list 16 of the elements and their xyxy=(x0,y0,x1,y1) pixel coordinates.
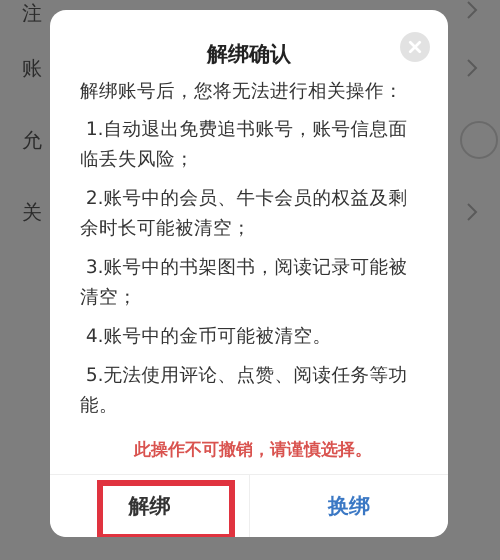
setting-label: 关 xyxy=(22,198,42,226)
dialog-title: 解绑确认 xyxy=(207,40,291,68)
consequence-item: 4.账号中的金币可能被清空。 xyxy=(84,325,333,350)
setting-label: 注 xyxy=(22,0,42,27)
chevron-icon xyxy=(466,202,478,222)
setting-label: 允 xyxy=(22,126,42,154)
close-icon[interactable] xyxy=(400,32,430,62)
consequence-item: 3.账号中的书架图书，阅读记录可能被清空； xyxy=(80,256,409,310)
setting-label: 账 xyxy=(22,54,42,82)
intro-text: 解绑账号后，您将无法进行相关操作： xyxy=(80,80,404,104)
consequence-item: 1.自动退出免费追书账号，账号信息面临丢失风险； xyxy=(80,118,409,172)
consequence-item: 5.无法使用评论、点赞、阅读任务等功能。 xyxy=(80,364,409,418)
chevron-icon xyxy=(466,0,478,20)
warning-text: 此操作不可撤销，请谨慎选择。 xyxy=(132,439,373,462)
chevron-icon xyxy=(466,58,478,78)
consequence-item: 2.账号中的会员、牛卡会员的权益及剩余时长可能被清空； xyxy=(80,187,409,242)
